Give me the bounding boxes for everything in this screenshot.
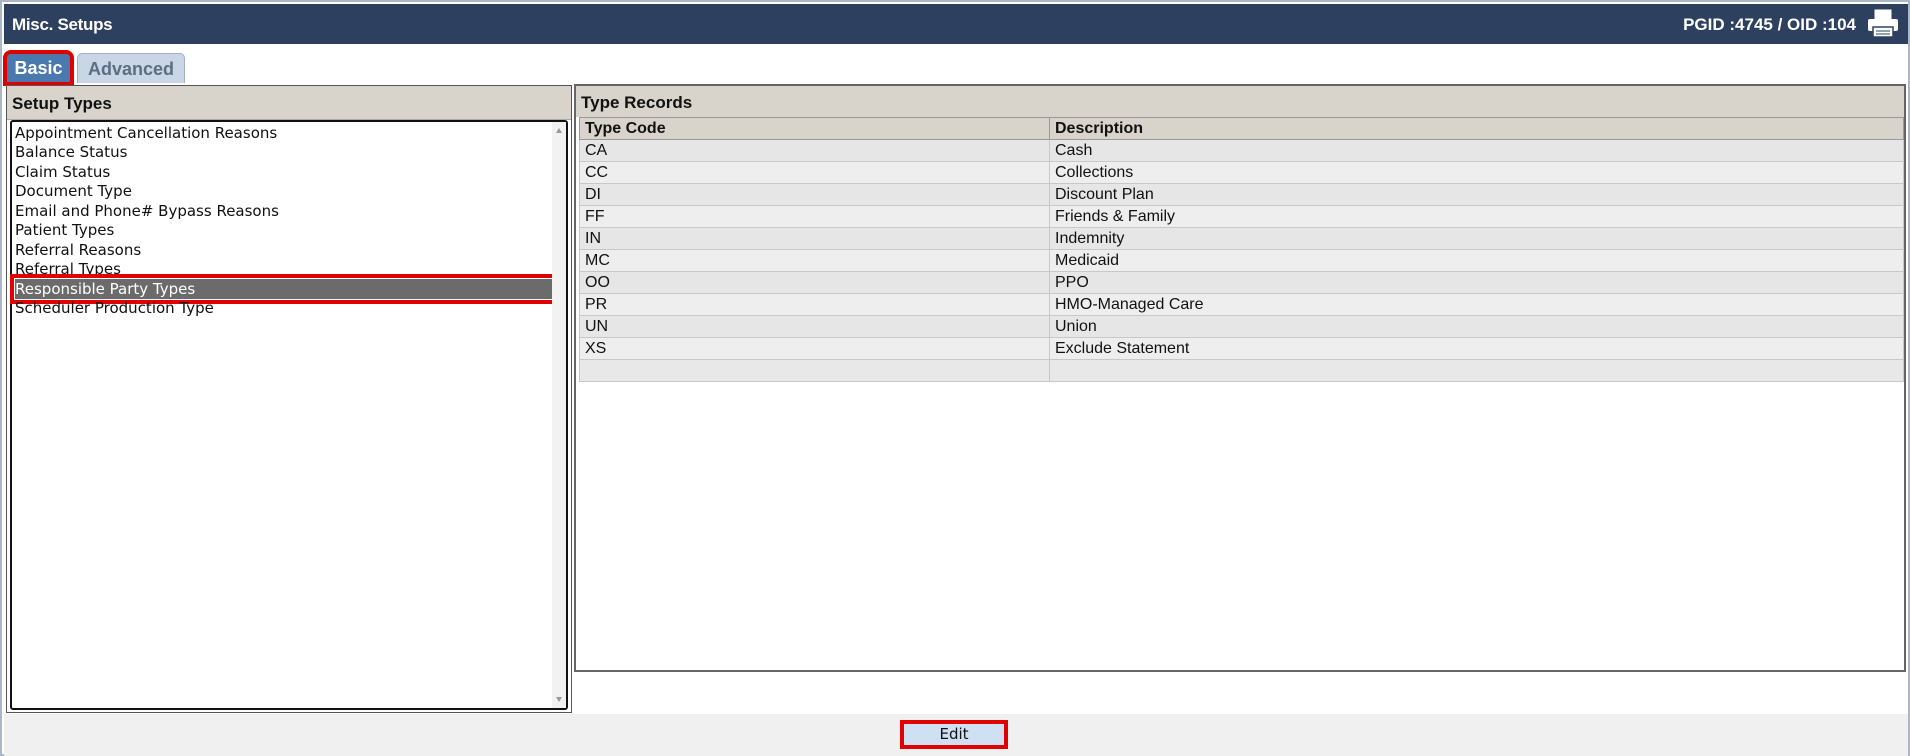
- scroll-up-icon[interactable]: [556, 128, 562, 133]
- setup-types-panel: Setup Types Appointment Cancellation Rea…: [6, 85, 572, 713]
- description-cell: Medicaid: [1049, 249, 1904, 272]
- description-cell: Collections: [1049, 161, 1904, 184]
- table-row[interactable]: FF Friends & Family: [579, 205, 1904, 228]
- window-title: Misc. Setups: [12, 15, 113, 34]
- list-item[interactable]: Balance Status: [15, 142, 127, 162]
- footer-bar: Edit: [4, 714, 1908, 756]
- list-scrollbar[interactable]: [552, 122, 566, 708]
- table-row[interactable]: PR HMO-Managed Care: [579, 293, 1904, 316]
- description-cell: Union: [1049, 315, 1904, 338]
- pgid-oid-label: PGID :4745 / OID :104: [1683, 15, 1856, 34]
- table-row[interactable]: UN Union: [579, 315, 1904, 338]
- column-header-description[interactable]: Description: [1049, 117, 1904, 140]
- list-item[interactable]: Referral Types: [15, 259, 121, 279]
- description-cell: HMO-Managed Care: [1049, 293, 1904, 316]
- description-cell: Cash: [1049, 139, 1904, 162]
- description-cell: Discount Plan: [1049, 183, 1904, 206]
- table-row[interactable]: MC Medicaid: [579, 249, 1904, 272]
- tab-basic[interactable]: Basic: [3, 50, 74, 86]
- scroll-down-icon[interactable]: [556, 697, 562, 702]
- table-row[interactable]: IN Indemnity: [579, 227, 1904, 250]
- table-row[interactable]: DI Discount Plan: [579, 183, 1904, 206]
- column-header-type-code[interactable]: Type Code: [579, 117, 1050, 140]
- type-code-cell: CC: [579, 161, 1050, 184]
- type-code-cell: XS: [579, 337, 1050, 360]
- list-item[interactable]: Document Type: [15, 181, 132, 201]
- description-cell: Indemnity: [1049, 227, 1904, 250]
- type-code-cell: IN: [579, 227, 1050, 250]
- printer-icon[interactable]: [1866, 9, 1900, 39]
- type-code-cell: FF: [579, 205, 1050, 228]
- table-row[interactable]: CC Collections: [579, 161, 1904, 184]
- tab-advanced[interactable]: Advanced: [77, 53, 185, 83]
- table-row[interactable]: CA Cash: [579, 139, 1904, 162]
- type-code-cell: DI: [579, 183, 1050, 206]
- title-bar: Misc. Setups PGID :4745 / OID :104: [4, 4, 1908, 44]
- table-row[interactable]: XS Exclude Statement: [579, 337, 1904, 360]
- list-item[interactable]: Scheduler Production Type: [15, 298, 214, 318]
- type-records-panel: Type Records Type Code Description CA Cas…: [574, 84, 1906, 672]
- description-cell: PPO: [1049, 271, 1904, 294]
- type-code-cell: OO: [579, 271, 1050, 294]
- list-item[interactable]: Appointment Cancellation Reasons: [15, 123, 277, 143]
- description-cell: Friends & Family: [1049, 205, 1904, 228]
- table-row-empty[interactable]: [579, 359, 1904, 382]
- setup-types-heading: Setup Types: [7, 86, 571, 120]
- list-item[interactable]: Claim Status: [15, 162, 110, 182]
- type-code-cell: [579, 359, 1050, 382]
- description-cell: Exclude Statement: [1049, 337, 1904, 360]
- list-item[interactable]: Patient Types: [15, 220, 114, 240]
- list-item[interactable]: Referral Reasons: [15, 240, 141, 260]
- list-item-selected[interactable]: Responsible Party Types: [10, 274, 558, 304]
- list-item[interactable]: Email and Phone# Bypass Reasons: [15, 201, 279, 221]
- table-row[interactable]: OO PPO: [579, 271, 1904, 294]
- setup-types-list[interactable]: Appointment Cancellation Reasons Balance…: [10, 120, 568, 710]
- description-cell: [1049, 359, 1904, 382]
- type-code-cell: PR: [579, 293, 1050, 316]
- type-records-heading: Type Records: [576, 86, 1904, 117]
- type-records-table: Type Code Description CA Cash CC Collectio…: [579, 117, 1904, 382]
- type-code-cell: MC: [579, 249, 1050, 272]
- type-code-cell: UN: [579, 315, 1050, 338]
- edit-button[interactable]: Edit: [900, 720, 1008, 749]
- type-code-cell: CA: [579, 139, 1050, 162]
- app-window: Misc. Setups PGID :4745 / OID :104 Basic…: [0, 0, 1910, 756]
